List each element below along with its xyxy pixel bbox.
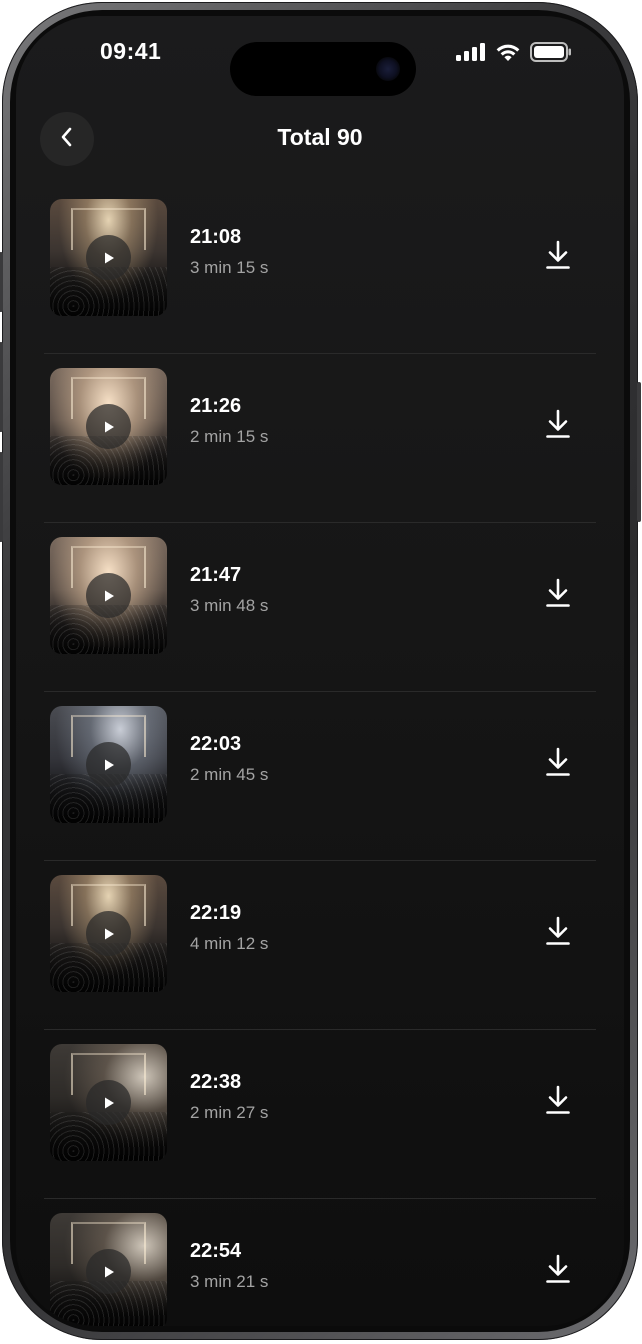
play-icon[interactable] [86,404,131,449]
volume-up-button [0,342,3,432]
video-duration: 2 min 45 s [190,765,269,784]
video-duration: 3 min 21 s [190,1272,269,1291]
video-row[interactable]: 22:38 2 min 27 s [44,1030,596,1199]
video-time: 21:26 [190,395,242,417]
video-thumbnail[interactable] [50,1044,167,1161]
download-button[interactable] [540,746,576,782]
download-icon [545,1254,571,1289]
status-icons [456,42,572,67]
wifi-icon [495,43,521,67]
video-duration: 3 min 15 s [190,258,269,277]
video-row[interactable]: 21:26 2 min 15 s [44,354,596,523]
play-icon[interactable] [86,235,131,280]
status-time: 09:41 [100,38,162,64]
video-row[interactable]: 22:03 2 min 45 s [44,692,596,861]
video-thumbnail[interactable] [50,875,167,992]
power-button [637,382,641,522]
download-icon [545,916,571,951]
play-icon[interactable] [86,573,131,618]
download-icon [545,409,571,444]
play-icon[interactable] [86,1249,131,1294]
volume-down-button [0,452,3,542]
video-row[interactable]: 21:08 3 min 15 s [44,185,596,354]
page-title: Total 90 [277,124,363,150]
video-thumbnail[interactable] [50,199,167,316]
video-time: 22:38 [190,1071,242,1093]
download-button[interactable] [540,1253,576,1289]
cellular-signal-icon [456,43,486,66]
video-row[interactable]: 22:19 4 min 12 s [44,861,596,1030]
video-thumbnail[interactable] [50,368,167,485]
battery-icon [530,42,572,67]
download-button[interactable] [540,239,576,275]
video-thumbnail[interactable] [50,1213,167,1326]
action-button [0,252,3,312]
video-row[interactable]: 21:47 3 min 48 s [44,523,596,692]
download-button[interactable] [540,577,576,613]
download-icon [545,747,571,782]
download-button[interactable] [540,1084,576,1120]
download-icon [545,578,571,613]
video-time: 22:54 [190,1240,242,1262]
play-icon[interactable] [86,1080,131,1125]
video-thumbnail[interactable] [50,537,167,654]
video-thumbnail[interactable] [50,706,167,823]
download-button[interactable] [540,408,576,444]
download-icon [545,1085,571,1120]
video-duration: 4 min 12 s [190,934,269,953]
video-time: 22:19 [190,902,242,924]
video-time: 22:03 [190,733,242,755]
video-row[interactable]: 22:54 3 min 21 s [44,1199,596,1326]
video-duration: 3 min 48 s [190,596,269,615]
dynamic-island [230,42,416,96]
video-list: 21:08 3 min 15 s 21:26 2 min 15 s 21:47 … [44,185,596,1326]
video-duration: 2 min 27 s [190,1103,269,1122]
video-time: 21:47 [190,564,242,586]
download-icon [545,240,571,275]
phone-frame: 09:41 Total 90 21:08 3 min 15 s 21:26 2 … [0,2,641,1340]
video-duration: 2 min 15 s [190,427,269,446]
video-time: 21:08 [190,226,242,248]
play-icon[interactable] [86,911,131,956]
download-button[interactable] [540,915,576,951]
screen: 09:41 Total 90 21:08 3 min 15 s 21:26 2 … [16,16,624,1326]
play-icon[interactable] [86,742,131,787]
front-camera [376,57,400,81]
